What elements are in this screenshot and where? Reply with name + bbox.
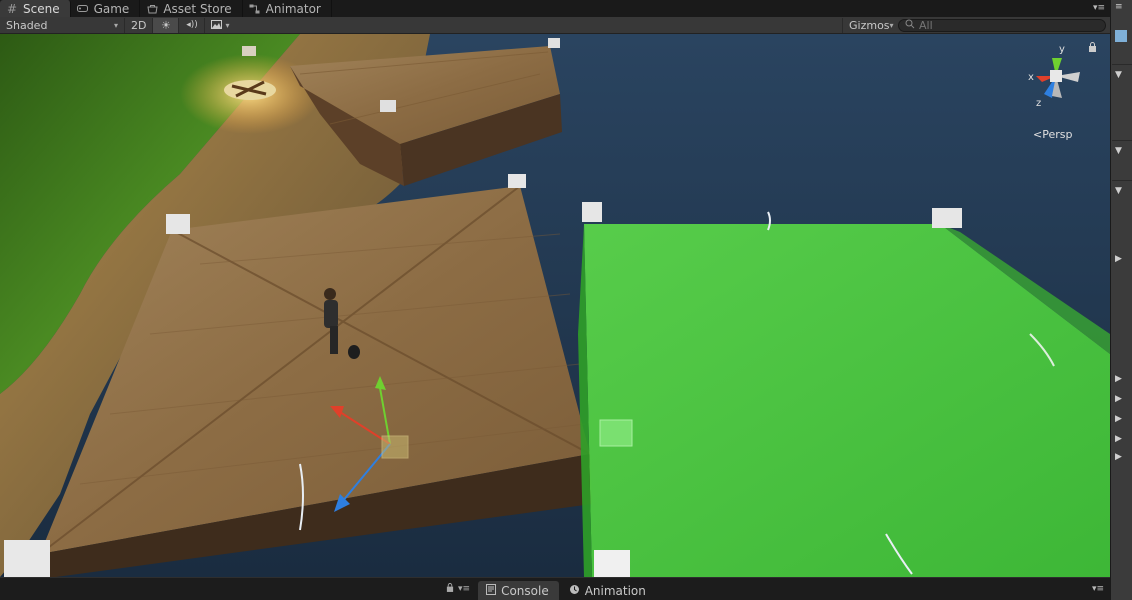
asset-store-icon (146, 3, 158, 15)
tab-asset-store[interactable]: Asset Store (140, 0, 243, 17)
gizmos-dropdown[interactable]: Gizmos ▾ (842, 17, 898, 33)
unity-editor: # Scene Game Asset Store Animator ▾≡ Sha… (0, 0, 1132, 600)
expand-arrow-icon[interactable]: ▼ (1115, 146, 1132, 158)
tab-animation-label: Animation (584, 583, 646, 598)
shading-mode-dropdown[interactable]: Shaded ▾ (0, 18, 124, 33)
projection-label: Persp (1042, 128, 1073, 141)
chevron-down-icon: ▾ (225, 20, 230, 30)
menu-icon[interactable]: ▾≡ (1092, 584, 1104, 594)
effects-dropdown[interactable]: ▾ (204, 17, 235, 33)
projection-toggle[interactable]: <Persp (1033, 128, 1072, 141)
menu-icon[interactable]: ▾≡ (458, 584, 470, 594)
bottom-tab-bar: ▾≡ Console Animation (0, 577, 1110, 600)
gizmos-label: Gizmos (849, 18, 890, 32)
game-icon (77, 3, 89, 15)
tab-animator[interactable]: Animator (243, 0, 332, 17)
tab-animator-label: Animator (265, 1, 321, 16)
tab-scene-label: Scene (23, 1, 60, 16)
lock-icon[interactable] (446, 583, 454, 595)
animator-icon (249, 3, 261, 15)
tab-game[interactable]: Game (71, 0, 141, 17)
axis-y-label: y (1059, 44, 1065, 55)
axis-x-label: x (1028, 72, 1034, 83)
scene-toolbar: Shaded ▾ 2D ☀ ◂)) ▾ Gizmos ▾ (0, 17, 1110, 34)
menu-icon[interactable]: ▾≡ (1090, 3, 1108, 14)
campfire (224, 80, 276, 100)
object-icon (1115, 30, 1127, 42)
tab-animation[interactable]: Animation (561, 581, 656, 600)
image-icon (211, 19, 223, 32)
editor-tab-bar: # Scene Game Asset Store Animator ▾≡ (0, 0, 1110, 17)
expand-arrow-icon[interactable]: ▶ (1115, 434, 1132, 446)
chevron-left-icon: < (1033, 128, 1043, 141)
marker-cube (242, 46, 256, 56)
expand-arrow-icon[interactable]: ▶ (1115, 374, 1132, 386)
expand-arrow-icon[interactable]: ▼ (1115, 70, 1132, 82)
search-icon (905, 19, 915, 32)
chevron-down-icon: ▾ (889, 20, 894, 30)
scene-orientation-gizmo[interactable]: y x z (1022, 40, 1092, 120)
tab-console[interactable]: Console (478, 581, 559, 600)
lock-icon[interactable] (1088, 42, 1098, 52)
chevron-down-icon: ▾ (113, 20, 118, 30)
axis-z-label: z (1036, 98, 1041, 109)
menu-icon[interactable]: ≡ (1115, 2, 1132, 14)
toggle-2d-button[interactable]: 2D (124, 17, 152, 33)
tab-game-label: Game (93, 1, 130, 16)
audio-icon: ◂)) (186, 20, 198, 30)
scene-hash-icon: # (6, 1, 18, 16)
shading-mode-label: Shaded (6, 18, 48, 32)
search-input[interactable] (919, 18, 1099, 32)
sun-icon: ☀ (161, 18, 171, 32)
expand-arrow-icon[interactable]: ▶ (1115, 414, 1132, 426)
hierarchy-search-field[interactable] (898, 18, 1106, 32)
expand-arrow-icon[interactable]: ▶ (1115, 452, 1132, 464)
expand-arrow-icon[interactable]: ▶ (1115, 254, 1132, 266)
audio-toggle-button[interactable]: ◂)) (178, 17, 204, 33)
animation-icon (569, 584, 580, 598)
scene-render[interactable] (0, 34, 1110, 577)
inspector-panel-edge[interactable]: ≡ ▼ ▼ ▼ ▶ ▶ ▶ ▶ ▶ ▶ (1110, 0, 1132, 600)
tab-console-label: Console (501, 583, 549, 598)
tab-asset-store-label: Asset Store (163, 1, 232, 16)
tab-scene[interactable]: # Scene (0, 0, 71, 17)
console-icon (486, 583, 497, 598)
lighting-toggle-button[interactable]: ☀ (152, 17, 179, 33)
expand-arrow-icon[interactable]: ▼ (1115, 186, 1132, 198)
expand-arrow-icon[interactable]: ▶ (1115, 394, 1132, 406)
scene-viewport[interactable] (0, 34, 1110, 577)
